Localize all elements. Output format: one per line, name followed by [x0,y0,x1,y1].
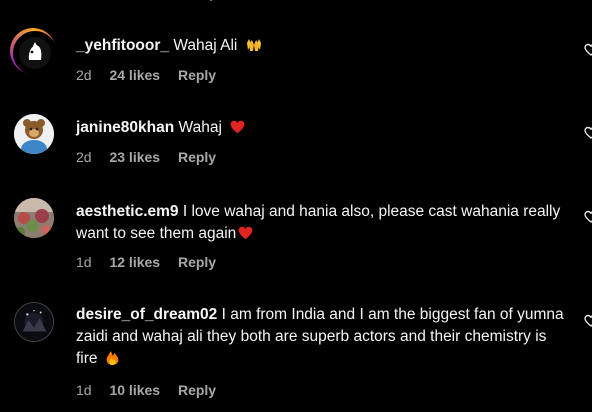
comment-username[interactable]: janine80khan [76,119,174,136]
like-heart-icon[interactable] [584,126,592,140]
comment-body: janine80khan Wahaj [76,117,570,139]
comment-body: _yehfitooor_ Wahaj Ali [76,35,570,57]
like-heart-icon[interactable] [584,210,592,224]
comment-likes[interactable]: 23 likes [109,149,160,165]
reply-button[interactable]: Reply [178,149,216,165]
raised-hands-icon [246,39,261,51]
comment-text: Wahaj [178,119,222,136]
fire-icon [106,351,119,365]
red-heart-icon [238,226,253,240]
avatar[interactable] [14,198,54,238]
comment-item: desire_of_dream02 I am from India and I … [0,290,592,412]
comment-body: desire_of_dream02 I am from India and I … [76,304,570,370]
comment-meta: 2d 24 likes Reply [76,67,230,83]
reply-button[interactable]: Reply [178,67,216,83]
comment-time: 2d [76,149,92,165]
reply-button[interactable]: Reply [178,382,216,398]
comment-item: janine80khan Wahaj 2d 23 likes Reply [0,100,592,190]
comment-time: 1d [76,254,92,270]
comments-panel: _yehfitooor_ Wahaj Ali 2d 24 likes Reply [0,0,592,412]
avatar-image [15,303,53,341]
avatar[interactable] [14,114,54,154]
comment-meta: 1d 12 likes Reply [76,254,230,270]
avatar-image [14,198,54,238]
comment-likes[interactable]: 10 likes [109,382,160,398]
comment-item: aesthetic.em9 I love wahaj and hania als… [0,190,592,290]
comment-time: 1d [76,382,92,398]
avatar-image [15,33,55,73]
comment-meta: 1d 10 likes Reply [76,382,230,398]
like-heart-icon[interactable] [584,314,592,328]
comment-username[interactable]: _yehfitooor_ [76,37,169,54]
comment-likes[interactable]: 24 likes [109,67,160,83]
comment-username[interactable]: aesthetic.em9 [76,203,179,220]
comment-username[interactable]: desire_of_dream02 [76,306,217,323]
comment-time: 2d [76,67,92,83]
comment-text: Wahaj Ali [173,37,238,54]
avatar-image [14,114,54,154]
avatar[interactable] [13,31,57,75]
comment-meta: 2d 23 likes Reply [76,149,230,165]
comment-likes[interactable]: 12 likes [109,254,160,270]
comment-body: aesthetic.em9 I love wahaj and hania als… [76,201,570,245]
like-heart-icon[interactable] [584,43,592,57]
red-heart-icon [230,120,245,134]
avatar[interactable] [14,302,54,342]
comment-item: _yehfitooor_ Wahaj Ali 2d 24 likes Reply [0,0,592,100]
reply-button[interactable]: Reply [178,254,216,270]
